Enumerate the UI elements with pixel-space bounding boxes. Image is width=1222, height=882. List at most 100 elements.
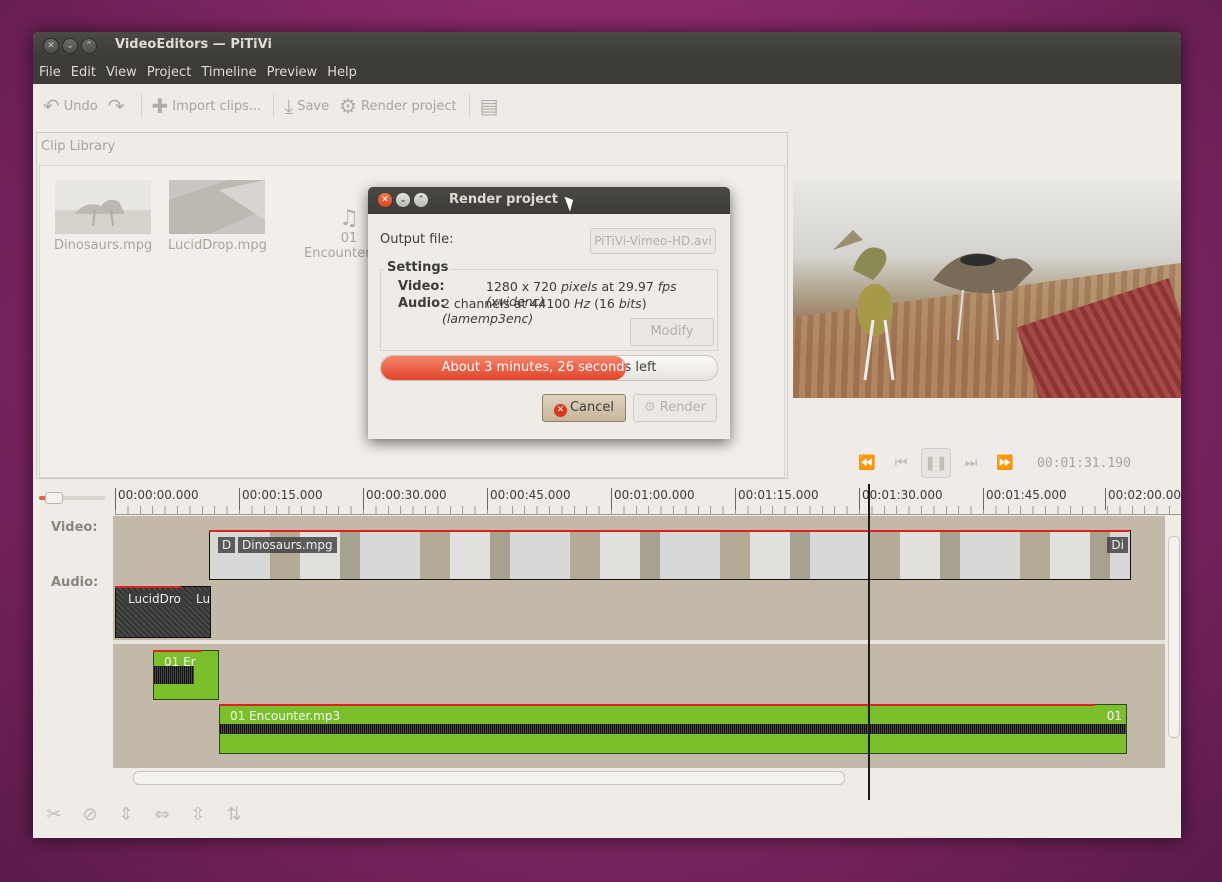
volume-keyframe-line[interactable]	[153, 650, 201, 652]
split-icon[interactable]: ✂	[43, 804, 65, 826]
menu-timeline[interactable]: Timeline	[201, 65, 256, 80]
scrollbar-thumb[interactable]	[1168, 536, 1180, 738]
cancel-button[interactable]: ✕ Cancel	[542, 394, 626, 422]
render-progress-bar: About 3 minutes, 26 seconds left About 3…	[380, 355, 718, 381]
fast-forward-icon[interactable]: ⏩	[991, 449, 1019, 477]
audio-settings-label: Audio:	[398, 296, 446, 311]
fullscreen-button[interactable]: ▤	[480, 96, 503, 116]
clip-label-left: D	[218, 537, 236, 553]
ruler-tick: 00:01:00.000	[611, 488, 695, 510]
output-file-label: Output file:	[380, 232, 454, 247]
minimize-icon[interactable]: ⌄	[396, 193, 410, 207]
skip-back-icon[interactable]: ⏮	[887, 449, 915, 477]
video-track-label: Video:	[51, 520, 98, 535]
clip-label-right: 01	[1106, 709, 1122, 723]
skip-forward-icon[interactable]: ⏭	[957, 449, 985, 477]
menu-file[interactable]: File	[39, 65, 61, 80]
video-clip-dinosaurs[interactable]: Dinosaurs.mpg D Di	[209, 530, 1131, 580]
unlink-icon[interactable]: ⊘	[79, 804, 101, 826]
playhead[interactable]	[868, 484, 870, 800]
timeline-horizontal-scrollbar[interactable]	[113, 768, 1165, 786]
redo-button[interactable]: ↷	[108, 96, 129, 116]
track-separator	[113, 640, 1165, 644]
minimize-icon[interactable]: ⌄	[62, 38, 78, 54]
ruler-tick: 00:00:45.000	[487, 488, 571, 510]
import-clips-button[interactable]: ✚ Import clips...	[152, 96, 262, 116]
library-clip-dinosaurs[interactable]: Dinosaurs.mpg	[54, 180, 152, 253]
redo-icon: ↷	[107, 94, 125, 118]
clip-label: LucidDro	[124, 591, 185, 607]
audio-clip-encounter[interactable]: 01 Encounter.mp3 01	[219, 704, 1127, 754]
menu-view[interactable]: View	[106, 65, 137, 80]
dialog-title-bar[interactable]: ✕ ⌄ ⌃ Render project	[368, 187, 730, 214]
save-label: Save	[297, 98, 330, 114]
ruler-tick: 00:00:30.000	[363, 488, 447, 510]
audio-clip-encounter-short[interactable]: 01 Er	[153, 650, 219, 700]
video-clip-luciddrop[interactable]: LucidDro Lu	[115, 586, 211, 638]
ruler-tick: 00:01:45.000	[983, 488, 1067, 510]
volume-keyframe-line[interactable]	[209, 530, 1129, 532]
video-settings-label: Video:	[398, 279, 445, 294]
ungroup-icon[interactable]: ⇳	[187, 804, 209, 826]
ruler-tick: 00:00:00.000	[115, 488, 199, 510]
undo-button[interactable]: ↶ Undo	[43, 96, 98, 116]
close-icon[interactable]: ✕	[43, 38, 59, 54]
render-label: Render project	[361, 98, 457, 114]
menu-project[interactable]: Project	[147, 65, 191, 80]
undo-label: Undo	[63, 98, 98, 114]
luciddrop-thumbnail	[169, 180, 266, 234]
rewind-icon[interactable]: ⏪	[853, 449, 881, 477]
menu-help[interactable]: Help	[327, 65, 357, 80]
progress-fill: About 3 minutes, 26 seconds left	[381, 356, 627, 380]
track-headers: Video: Audio:	[33, 516, 111, 784]
close-icon[interactable]: ✕	[378, 193, 392, 207]
render-button[interactable]: ⚙ Render	[633, 394, 717, 422]
scrollbar-thumb[interactable]	[133, 771, 845, 785]
filmstrip-icon: ▤	[479, 94, 499, 118]
clip-name: Dinosaurs.mpg	[54, 238, 153, 253]
zoom-slider[interactable]	[39, 492, 105, 504]
window-title: VideoEditors — PiTiVi	[115, 37, 272, 52]
clip-name: LucidDrop.mpg	[168, 238, 267, 253]
cancel-icon: ✕	[553, 404, 567, 417]
dialog-title: Render project	[449, 192, 558, 207]
zoom-slider-knob[interactable]	[45, 492, 63, 504]
preview-frame-art	[833, 230, 1033, 381]
volume-keyframe-line[interactable]	[219, 704, 1095, 706]
render-gear-icon: ⚙	[339, 94, 358, 118]
clip-label: 01 Er	[164, 655, 196, 669]
settings-label: Settings	[385, 260, 451, 275]
align-icon[interactable]: ⇅	[223, 804, 245, 826]
library-clip-luciddrop[interactable]: LucidDrop.mpg	[168, 180, 267, 253]
output-file-button[interactable]: PiTiVi-Vimeo-HD.avi	[590, 228, 716, 254]
toolbar-separator	[468, 94, 470, 118]
clip-label-short: Lu	[192, 591, 210, 607]
playback-controls: ⏪ ⏮ ❚❚ ⏭ ⏩ 00:01:31.190	[853, 448, 1131, 478]
group-icon[interactable]: ⇔	[151, 804, 173, 826]
maximize-icon[interactable]: ⌃	[81, 38, 97, 54]
pause-button[interactable]: ❚❚	[921, 448, 951, 478]
render-dialog: ✕ ⌄ ⌃ Render project Output file: PiTiVi…	[368, 187, 730, 439]
save-button[interactable]: ⤓ Save	[284, 96, 329, 116]
timeline-vertical-scrollbar[interactable]	[1165, 516, 1181, 784]
clip-label: Dinosaurs.mpg	[238, 537, 337, 553]
volume-keyframe-line[interactable]	[115, 586, 181, 588]
menu-preview[interactable]: Preview	[267, 65, 318, 80]
timeline-ruler[interactable]: 00:00:00.000 00:00:15.000 00:00:30.000 0…	[115, 484, 1181, 515]
video-viewer[interactable]	[793, 180, 1181, 398]
ruler-tick: 00:01:30.000	[859, 488, 943, 510]
timeline-ruler-row: 00:00:00.000 00:00:15.000 00:00:30.000 0…	[33, 484, 1181, 515]
toolbar-separator	[140, 94, 142, 118]
timeline-toolbar: ✂ ⊘ ⇕ ⇔ ⇳ ⇅	[33, 792, 1181, 838]
link-icon[interactable]: ⇕	[115, 804, 137, 826]
maximize-icon[interactable]: ⌃	[414, 193, 428, 207]
timeline-canvas[interactable]: Dinosaurs.mpg D Di LucidDro Lu 01 Er 01 …	[113, 516, 1165, 784]
progress-text: About 3 minutes, 26 seconds left	[441, 360, 627, 375]
save-icon: ⤓	[284, 94, 294, 118]
render-project-button[interactable]: ⚙ Render project	[339, 96, 456, 116]
title-bar[interactable]: ✕ ⌄ ⌃ VideoEditors — PiTiVi	[33, 32, 1181, 60]
main-toolbar: ↶ Undo ↷ ✚ Import clips... ⤓ Save ⚙ Rend…	[33, 84, 1181, 128]
cancel-label: Cancel	[569, 400, 615, 415]
modify-button[interactable]: Modify	[630, 318, 714, 346]
menu-edit[interactable]: Edit	[71, 65, 96, 80]
